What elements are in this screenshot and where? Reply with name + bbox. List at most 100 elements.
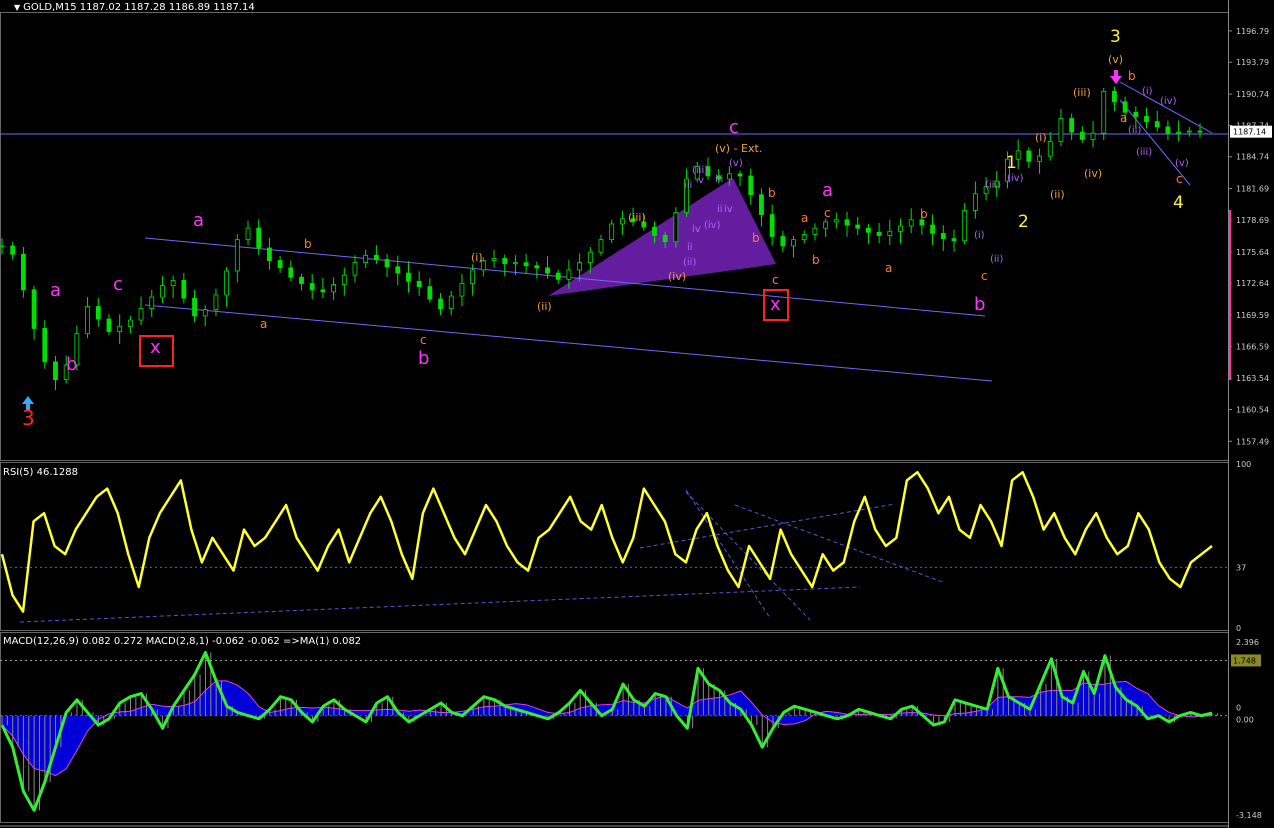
symbol-header: ▼ GOLD,M15 1187.02 1187.28 1186.89 1187.1… [14,2,255,13]
wave-label: (iv) [1160,96,1177,107]
price-candle-body [1112,90,1117,103]
wave-label: (ii) [990,254,1003,265]
wave-label: c [824,206,831,220]
wave-label: ii [687,242,693,253]
price-candle-body [833,219,839,223]
wave-label: 3 [1110,27,1121,47]
price-candle-body [95,306,101,320]
price-candle-body [855,224,861,229]
price-candle-body [555,272,561,280]
symbol-header-text: GOLD,M15 1187.02 1187.28 1186.89 1187.14 [23,2,255,13]
wave-label: b [418,348,429,369]
price-candle-body [138,308,144,321]
price-candle-body [566,269,572,280]
price-candle-body [844,219,850,226]
price-tick-label: 1160.54 [1236,405,1269,414]
price-candle-body [42,328,48,363]
price-candle-body [427,286,433,300]
price-tick-label: 1172.64 [1236,279,1269,288]
price-candle-body [181,279,187,299]
macd-header: MACD(12,26,9) 0.082 0.272 MACD(2,8,1) -0… [3,636,362,647]
price-candle-body [10,245,16,255]
price-candle-body [726,173,732,180]
price-tick-label: 1178.69 [1236,216,1269,225]
wave-label: (v) - Ext. [715,142,762,155]
wave-label: (v) [1108,53,1123,66]
price-candle-body [951,238,957,242]
wave-label: ii [717,204,723,215]
wave-label: b [66,354,77,375]
price-candle-body [1165,126,1171,134]
price-candle-body [288,267,294,278]
price-candle-body [780,236,786,247]
price-candle-body [416,281,422,288]
price-candle-body [1037,155,1042,162]
price-candle-body [127,319,133,327]
price-candle-body [491,258,497,261]
price-candle-body [395,266,401,274]
wave-label: 1 [1006,153,1017,173]
wave-label: b [768,186,776,200]
trend-line [144,304,993,382]
price-candle-body [908,219,914,227]
dropdown-triangle-icon[interactable]: ▼ [14,3,20,12]
rsi-tick-label: 37 [1236,563,1246,572]
wave-label: (ii) [683,257,696,268]
price-candle-body [1026,150,1032,162]
rsi-tick-label: 0 [1236,624,1241,633]
price-candle-body [331,284,336,293]
price-candle-body [1176,131,1182,134]
wave-label: 4 [1173,193,1184,213]
price-candle-body [759,194,764,215]
price-tick-label: 1184.74 [1236,153,1269,162]
wave-label: a [1120,111,1127,125]
wave-label: b [812,253,820,267]
price-candle-body [267,247,272,261]
price-candle-body [1069,118,1075,133]
wave-label: c [981,269,988,283]
price-candle-body [930,224,935,234]
price-candle-body [160,285,165,298]
price-candle-body [534,265,540,269]
price-candle-body [85,306,90,335]
price-candle-body [31,289,37,329]
price-candle-body [106,318,112,332]
wave-label: 3 [22,406,35,430]
price-candle-body [299,276,304,284]
trading-chart[interactable]: 1196.791193.791190.741187.741184.741181.… [0,0,1274,828]
price-candle-body [0,245,5,248]
price-tick-label: 1163.54 [1236,374,1269,383]
price-candle-body [748,175,754,196]
rsi-header: RSI(5) 46.1288 [3,467,78,478]
wave-label: (iv) [1084,167,1102,180]
wave-label: (i) [974,230,985,241]
wave-label: x [150,337,161,358]
wave-label: b [752,231,760,245]
price-candle-body [448,295,454,309]
wave-label: (iv) [1007,173,1024,184]
price-candle-body [213,294,219,311]
wave-label: (iii) [628,211,646,224]
wave-label: (i) [1035,131,1047,144]
wave-label: (iv) [668,270,686,283]
wave-label: (iii) [985,180,1001,191]
price-candle-body [598,239,604,253]
wave-label: (i) [471,251,483,264]
wave-label: b [974,294,985,315]
price-tick-label: 1169.59 [1236,311,1269,320]
price-candle-body [652,226,657,236]
macd-tick-label: -3.148 [1236,811,1262,820]
price-tick-label: 1175.64 [1236,248,1269,257]
wave-label: (ii) [1128,125,1141,136]
price-candle-body [245,227,251,241]
wave-label: a [260,317,267,331]
price-candle-body [309,283,315,291]
macd-tick-label: 0 [1236,704,1241,713]
price-candle-body [1101,90,1107,134]
price-candle-body [962,210,968,242]
price-candle-body [972,193,978,211]
panel-frame [0,12,1229,461]
price-tick-label: 1181.69 [1236,185,1269,194]
price-candle-body [1186,130,1192,133]
price-candle-body [373,254,379,260]
